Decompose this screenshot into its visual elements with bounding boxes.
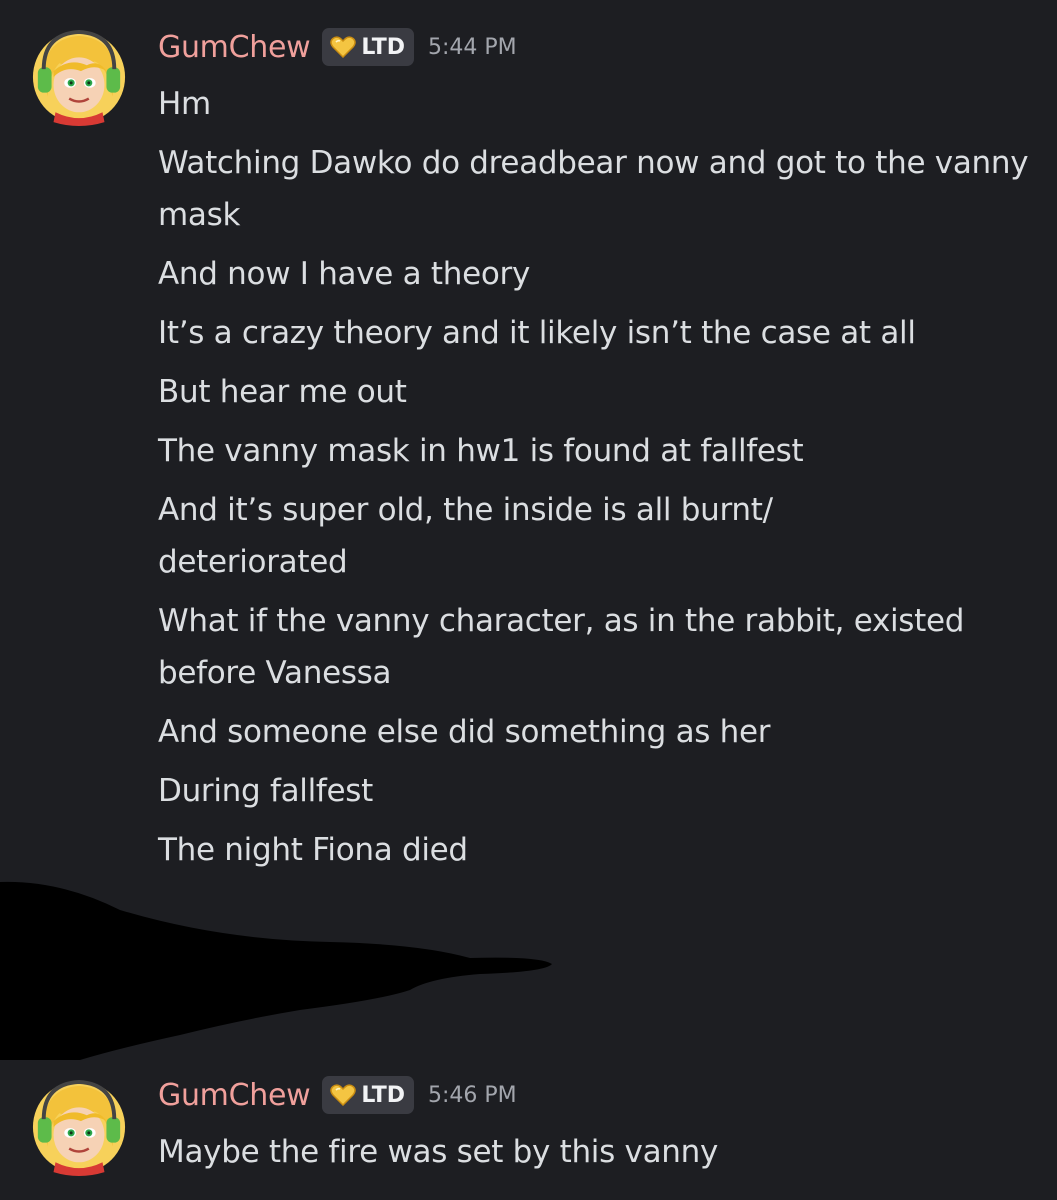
heart-icon <box>330 36 357 58</box>
message-line: Hm <box>158 86 211 122</box>
username[interactable]: GumChew <box>158 30 311 65</box>
message-line: Watching Dawko do dreadbear now and got … <box>158 145 1029 233</box>
message-header: GumChew LTD 5:44 PM <box>158 22 517 72</box>
timestamp: 5:44 PM <box>428 34 517 60</box>
tag-label: LTD <box>361 34 405 60</box>
timestamp: 5:46 PM <box>428 1082 517 1108</box>
tag-label: LTD <box>361 1082 405 1108</box>
message-line: And someone else did something as her <box>158 714 771 750</box>
message-line: During fallfest <box>158 773 373 809</box>
username[interactable]: GumChew <box>158 1078 311 1113</box>
message-line: It’s a crazy theory and it likely isn’t … <box>158 315 916 351</box>
user-avatar-icon[interactable] <box>30 28 128 126</box>
server-tag[interactable]: LTD <box>322 1076 414 1114</box>
message-line: And it’s super old, the inside is all bu… <box>158 492 773 580</box>
message-line: And now I have a theory <box>158 256 531 292</box>
message-line: But hear me out <box>158 374 407 410</box>
message-lines: Hm Watching Dawko do dreadbear now and g… <box>158 78 1038 883</box>
server-tag[interactable]: LTD <box>322 28 414 66</box>
redaction-scribble <box>0 881 552 1060</box>
message-line: The vanny mask in hw1 is found at fallfe… <box>158 433 804 469</box>
message-line: The night Fiona died <box>158 832 468 868</box>
user-avatar-icon[interactable] <box>30 1078 128 1176</box>
message-line: Maybe the fire was set by this vanny <box>158 1134 719 1170</box>
heart-icon <box>330 1084 357 1106</box>
message-lines: Maybe the fire was set by this vanny <box>158 1126 1038 1185</box>
chat-view: GumChew LTD 5:44 PM Hm Watching Dawko do… <box>0 0 1057 1200</box>
message-line: What if the vanny character, as in the r… <box>158 603 965 691</box>
message-header: GumChew LTD 5:46 PM <box>158 1070 517 1120</box>
